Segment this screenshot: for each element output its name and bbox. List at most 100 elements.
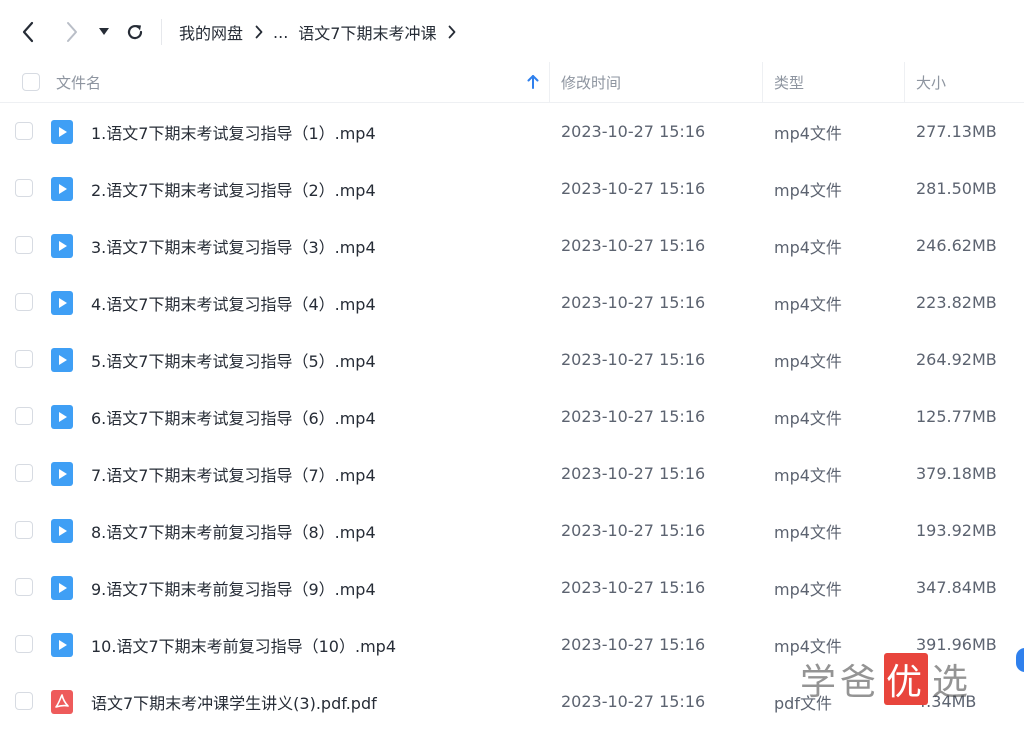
video-file-icon [51, 405, 73, 429]
file-name[interactable]: 5.语文7下期末考试复习指导（5）.mp4 [91, 331, 376, 388]
file-type: mp4文件 [774, 522, 842, 542]
row-checkbox[interactable] [15, 407, 33, 425]
file-row[interactable]: 8.语文7下期末考前复习指导（8）.mp4 2023-10-27 15:16 mp4… [0, 502, 1024, 559]
file-modified-date: 2023-10-27 15:16 [561, 350, 706, 369]
file-name[interactable]: 3.语文7下期末考试复习指导（3）.mp4 [91, 217, 376, 274]
chevron-right-icon [67, 22, 77, 42]
file-type: mp4文件 [774, 408, 842, 428]
row-checkbox[interactable] [15, 179, 33, 197]
file-row[interactable]: 5.语文7下期末考试复习指导（5）.mp4 2023-10-27 15:16 mp4… [0, 331, 1024, 388]
sort-ascending-button[interactable] [527, 62, 539, 102]
video-file-icon [51, 291, 73, 315]
file-row[interactable]: 4.语文7下期末考试复习指导（4）.mp4 2023-10-27 15:16 mp4… [0, 274, 1024, 331]
row-checkbox[interactable] [15, 635, 33, 653]
watermark-highlight: 优 [884, 653, 929, 705]
column-divider [904, 62, 905, 102]
column-divider [549, 62, 550, 102]
file-modified-date: 2023-10-27 15:16 [561, 293, 706, 312]
refresh-button[interactable] [122, 18, 148, 46]
arrow-up-icon [527, 75, 539, 89]
video-file-icon [51, 120, 73, 144]
breadcrumb: 我的网盘 ... 语文7下期末考冲课 [179, 20, 466, 44]
file-modified-date: 2023-10-27 15:16 [561, 578, 706, 597]
video-file-icon [51, 633, 73, 657]
file-type: mp4文件 [774, 123, 842, 143]
file-row[interactable]: 1.语文7下期末考试复习指导（1）.mp4 2023-10-27 15:16 mp4… [0, 103, 1024, 160]
watermark: 学爸优选 [800, 653, 973, 705]
file-modified-date: 2023-10-27 15:16 [561, 521, 706, 540]
file-name[interactable]: 1.语文7下期末考试复习指导（1）.mp4 [91, 103, 376, 160]
file-modified-date: 2023-10-27 15:16 [561, 179, 706, 198]
file-modified-date: 2023-10-27 15:16 [561, 464, 706, 483]
file-name[interactable]: 2.语文7下期末考试复习指导（2）.mp4 [91, 160, 376, 217]
video-file-icon [51, 576, 73, 600]
breadcrumb-separator-icon [448, 25, 456, 39]
file-name[interactable]: 6.语文7下期末考试复习指导（6）.mp4 [91, 388, 376, 445]
video-file-icon [51, 234, 73, 258]
row-checkbox[interactable] [15, 236, 33, 254]
file-row[interactable]: 6.语文7下期末考试复习指导（6）.mp4 2023-10-27 15:16 mp4… [0, 388, 1024, 445]
file-modified-date: 2023-10-27 15:16 [561, 407, 706, 426]
file-row[interactable]: 2.语文7下期末考试复习指导（2）.mp4 2023-10-27 15:16 mp4… [0, 160, 1024, 217]
file-size: 125.77MB [916, 407, 997, 426]
video-file-icon [51, 177, 73, 201]
breadcrumb-current[interactable]: 语文7下期末考冲课 [298, 20, 436, 44]
row-checkbox[interactable] [15, 122, 33, 140]
toolbar-divider [161, 19, 162, 45]
file-name[interactable]: 7.语文7下期末考试复习指导（7）.mp4 [91, 445, 376, 502]
file-type: mp4文件 [774, 351, 842, 371]
video-file-icon [51, 348, 73, 372]
file-size: 193.92MB [916, 521, 997, 540]
file-name[interactable]: 10.语文7下期末考前复习指导（10）.mp4 [91, 616, 396, 673]
file-type: mp4文件 [774, 237, 842, 257]
file-row[interactable]: 7.语文7下期末考试复习指导（7）.mp4 2023-10-27 15:16 mp4… [0, 445, 1024, 502]
file-modified-date: 2023-10-27 15:16 [561, 122, 706, 141]
history-dropdown-button[interactable] [92, 18, 116, 46]
file-type: mp4文件 [774, 294, 842, 314]
select-all-checkbox[interactable] [22, 73, 40, 91]
column-header-size[interactable]: 大小 [916, 62, 946, 102]
file-row[interactable]: 9.语文7下期末考前复习指导（9）.mp4 2023-10-27 15:16 mp4… [0, 559, 1024, 616]
breadcrumb-ellipsis[interactable]: ... [273, 23, 288, 42]
file-size: 223.82MB [916, 293, 997, 312]
file-name[interactable]: 8.语文7下期末考前复习指导（8）.mp4 [91, 502, 376, 559]
video-file-icon [51, 462, 73, 486]
column-divider [762, 62, 763, 102]
file-name[interactable]: 4.语文7下期末考试复习指导（4）.mp4 [91, 274, 376, 331]
refresh-icon [127, 24, 143, 40]
column-header-modified[interactable]: 修改时间 [561, 62, 621, 102]
column-header-name[interactable]: 文件名 [56, 62, 101, 102]
file-modified-date: 2023-10-27 15:16 [561, 692, 706, 711]
top-navigation-bar: 我的网盘 ... 语文7下期末考冲课 [0, 0, 1024, 62]
file-name[interactable]: 9.语文7下期末考前复习指导（9）.mp4 [91, 559, 376, 616]
file-modified-date: 2023-10-27 15:16 [561, 236, 706, 255]
file-size: 246.62MB [916, 236, 997, 255]
file-size: 379.18MB [916, 464, 997, 483]
watermark-text: 选 [932, 662, 973, 703]
file-size: 277.13MB [916, 122, 997, 141]
back-button[interactable] [15, 18, 41, 46]
caret-down-icon [99, 28, 109, 35]
file-size: 264.92MB [916, 350, 997, 369]
file-type: mp4文件 [774, 180, 842, 200]
file-list-header: 文件名 修改时间 类型 大小 [0, 62, 1024, 103]
row-checkbox[interactable] [15, 692, 33, 710]
row-checkbox[interactable] [15, 464, 33, 482]
row-checkbox[interactable] [15, 293, 33, 311]
floating-side-button[interactable] [1016, 648, 1024, 672]
file-modified-date: 2023-10-27 15:16 [561, 635, 706, 654]
file-row[interactable]: 3.语文7下期末考试复习指导（3）.mp4 2023-10-27 15:16 mp4… [0, 217, 1024, 274]
file-type: mp4文件 [774, 579, 842, 599]
file-name[interactable]: 语文7下期末考冲课学生讲义(3).pdf.pdf [91, 673, 377, 730]
row-checkbox[interactable] [15, 521, 33, 539]
video-file-icon [51, 519, 73, 543]
row-checkbox[interactable] [15, 578, 33, 596]
breadcrumb-root[interactable]: 我的网盘 [179, 20, 243, 44]
chevron-left-icon [22, 21, 34, 43]
row-checkbox[interactable] [15, 350, 33, 368]
breadcrumb-separator-icon [255, 25, 263, 39]
file-size: 347.84MB [916, 578, 997, 597]
file-type: mp4文件 [774, 465, 842, 485]
forward-button[interactable] [59, 18, 85, 46]
column-header-type[interactable]: 类型 [774, 62, 804, 102]
